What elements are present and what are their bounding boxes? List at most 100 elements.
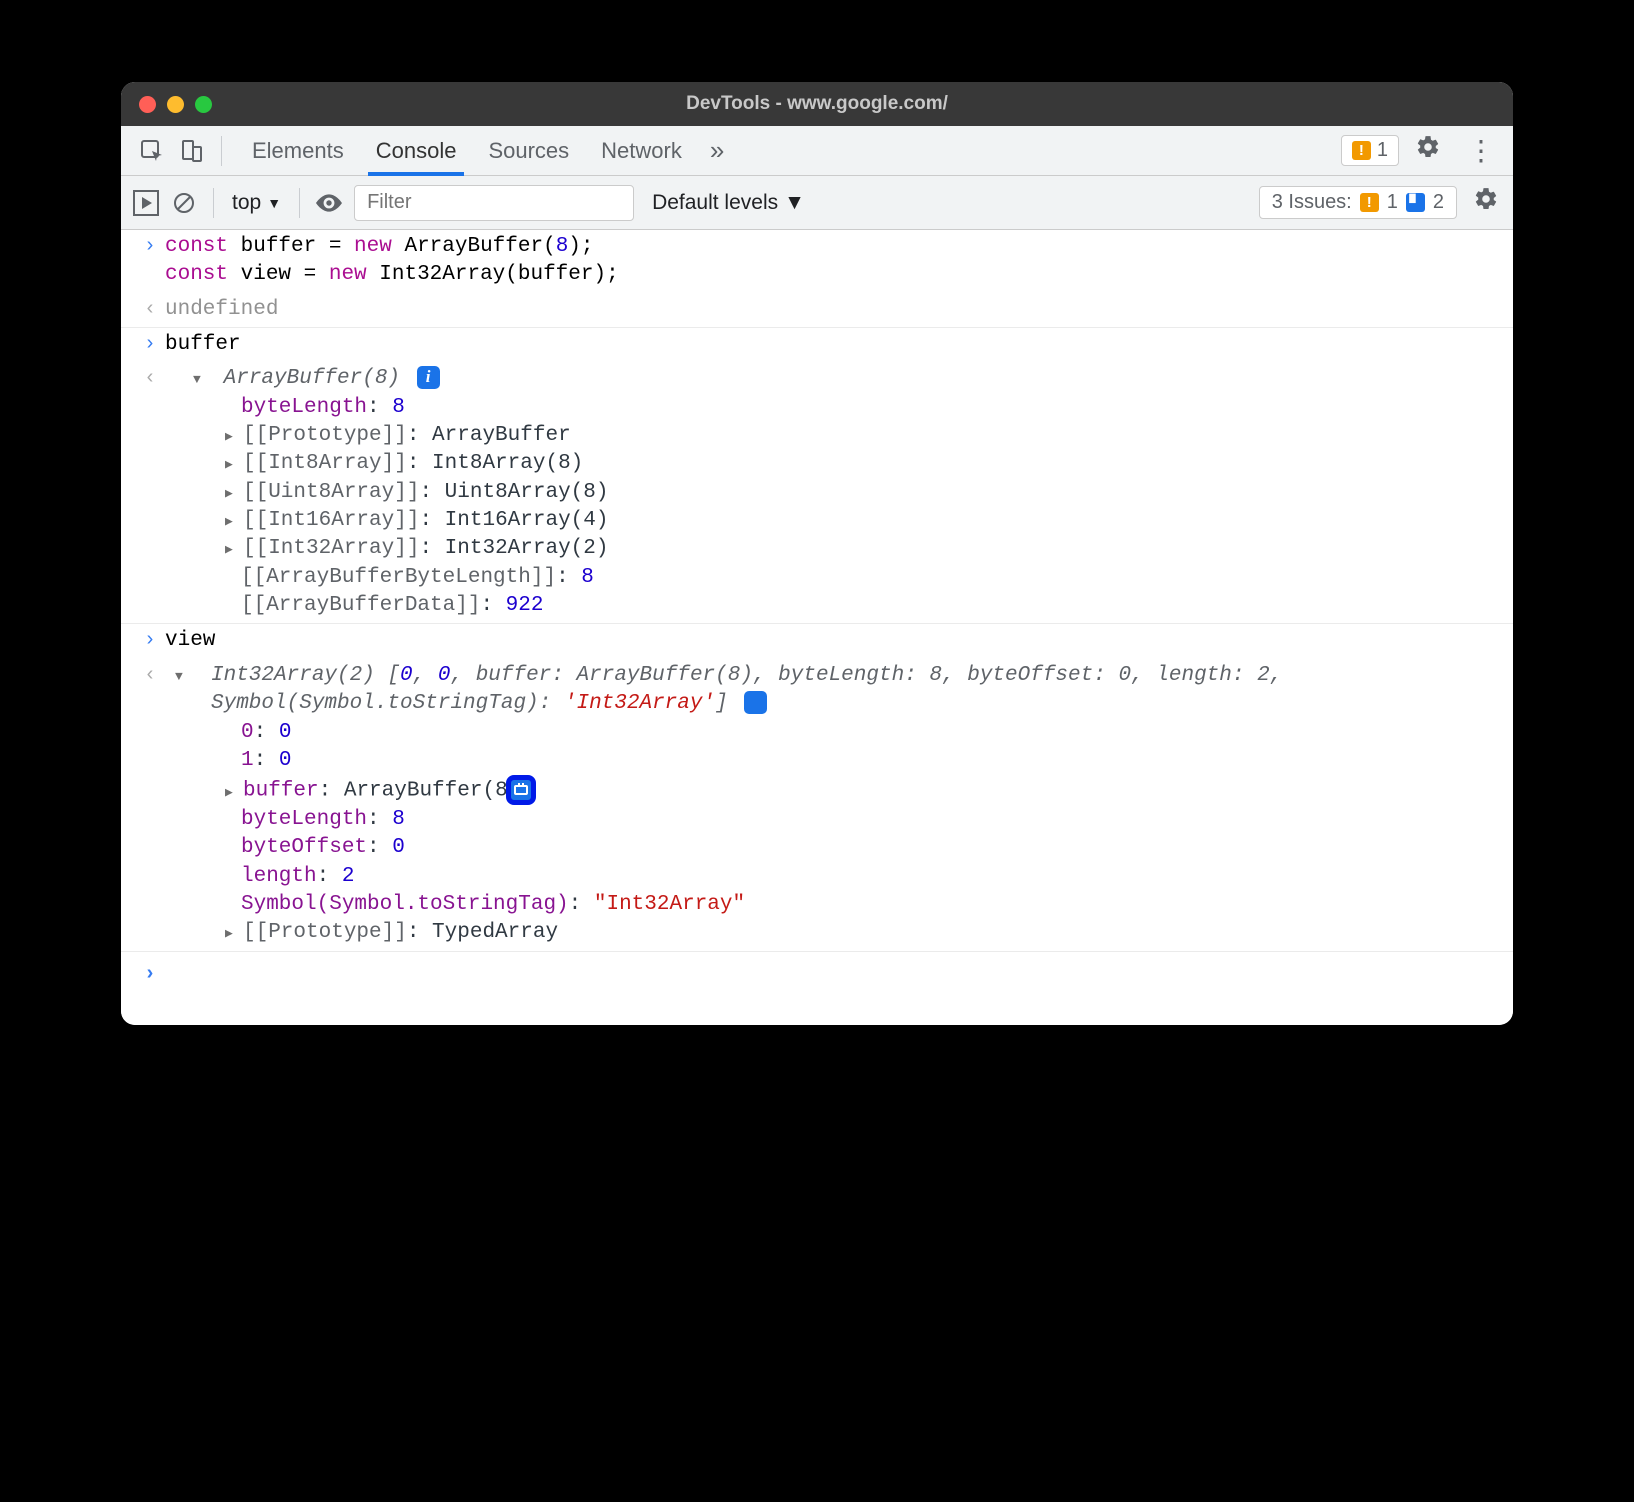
code-token: ); bbox=[568, 235, 593, 258]
prop-key: 0 bbox=[241, 721, 254, 744]
tabs: Elements Console Sources Network » bbox=[236, 126, 736, 176]
console-prompt[interactable]: › bbox=[121, 952, 1513, 1025]
prop-key: 1 bbox=[241, 749, 254, 772]
prop-key: [[Int32Array]] bbox=[243, 537, 419, 560]
prop-key: [[Prototype]] bbox=[243, 921, 407, 944]
tab-sources[interactable]: Sources bbox=[472, 126, 585, 176]
divider bbox=[221, 136, 222, 166]
info-badge-icon[interactable]: i bbox=[417, 366, 440, 389]
expand-toggle[interactable] bbox=[225, 450, 241, 478]
prop-key: buffer bbox=[243, 780, 319, 803]
inspect-element-icon[interactable] bbox=[137, 136, 167, 166]
console-body: › const buffer = new ArrayBuffer(8); con… bbox=[121, 230, 1513, 1025]
code-token: const bbox=[165, 263, 228, 286]
live-expression-icon[interactable] bbox=[314, 188, 344, 218]
prop-key: [[Int8Array]] bbox=[243, 452, 407, 475]
context-label: top bbox=[232, 191, 261, 215]
settings-gear-icon[interactable] bbox=[1409, 134, 1447, 167]
console-input-row[interactable]: › const buffer = new ArrayBuffer(8); con… bbox=[121, 230, 1513, 293]
expand-toggle[interactable] bbox=[193, 662, 209, 690]
issues-info-count: 2 bbox=[1433, 191, 1444, 214]
expand-toggle[interactable] bbox=[225, 535, 241, 563]
close-window-button[interactable] bbox=[139, 96, 156, 113]
expand-toggle[interactable] bbox=[225, 919, 241, 947]
input-chevron-icon: › bbox=[135, 626, 165, 651]
prop-value: 922 bbox=[506, 594, 544, 617]
console-settings-gear-icon[interactable] bbox=[1467, 186, 1505, 219]
code-token: Int32Array(buffer); bbox=[367, 263, 619, 286]
console-input-row[interactable]: › view bbox=[121, 624, 1513, 658]
prop-value: TypedArray bbox=[432, 921, 558, 944]
prop-value: ArrayBuffer(8 bbox=[344, 780, 508, 803]
window-title: DevTools - www.google.com/ bbox=[121, 93, 1513, 115]
tab-network[interactable]: Network bbox=[585, 126, 698, 176]
output-chevron-icon: ‹ bbox=[135, 661, 165, 686]
more-options-icon[interactable]: ⋮ bbox=[1457, 134, 1505, 167]
issues-warn-count: 1 bbox=[1387, 191, 1398, 214]
devtools-window: DevTools - www.google.com/ Elements Cons… bbox=[121, 82, 1513, 1025]
prop-key: [[Int16Array]] bbox=[243, 509, 419, 532]
issues-badge[interactable]: ! 1 bbox=[1341, 135, 1399, 166]
levels-label: Default levels bbox=[652, 191, 778, 215]
prop-key: [[Prototype]] bbox=[243, 424, 407, 447]
expand-toggle[interactable] bbox=[193, 365, 209, 393]
expand-toggle[interactable] bbox=[225, 422, 241, 450]
console-toolbar: top ▼ Default levels ▼ 3 Issues: ! 1 ▘ 2 bbox=[121, 176, 1513, 230]
prop-key: byteLength bbox=[241, 396, 367, 419]
code-token: new bbox=[354, 235, 392, 258]
prop-value: ArrayBuffer bbox=[432, 424, 571, 447]
prop-value: 8 bbox=[392, 808, 405, 831]
prop-key: byteOffset bbox=[241, 836, 367, 859]
chevron-down-icon: ▼ bbox=[784, 191, 805, 215]
minimize-window-button[interactable] bbox=[167, 96, 184, 113]
prop-value: "Int32Array" bbox=[594, 893, 745, 916]
divider bbox=[299, 188, 300, 218]
console-output-row: ‹ ArrayBuffer(8) i byteLength: 8 [[Proto… bbox=[121, 362, 1513, 624]
warn-count: 1 bbox=[1377, 139, 1388, 162]
clear-console-icon[interactable] bbox=[169, 188, 199, 218]
object-summary[interactable]: Int32Array(2) bbox=[211, 664, 387, 687]
prop-value: 2 bbox=[342, 865, 355, 888]
issues-counter[interactable]: 3 Issues: ! 1 ▘ 2 bbox=[1259, 186, 1457, 219]
prop-value: 0 bbox=[279, 721, 292, 744]
issues-label: 3 Issues: bbox=[1272, 191, 1352, 214]
code-token: view bbox=[165, 629, 215, 652]
expand-toggle[interactable] bbox=[225, 479, 241, 507]
prop-key: [[ArrayBufferByteLength]] bbox=[241, 566, 556, 589]
prop-value: 0 bbox=[392, 836, 405, 859]
object-summary[interactable]: ArrayBuffer(8) bbox=[224, 367, 400, 390]
more-tabs-button[interactable]: » bbox=[698, 126, 736, 176]
traffic-lights bbox=[139, 96, 212, 113]
context-selector[interactable]: top ▼ bbox=[228, 189, 285, 217]
toggle-console-drawer-icon[interactable] bbox=[133, 190, 159, 216]
memory-inspector-icon[interactable] bbox=[506, 775, 536, 805]
filter-input[interactable] bbox=[354, 185, 634, 221]
code-token: const bbox=[165, 235, 228, 258]
input-chevron-icon: › bbox=[135, 330, 165, 355]
output-chevron-icon: ‹ bbox=[135, 364, 165, 389]
prop-key: Symbol(Symbol.toStringTag) bbox=[241, 893, 569, 916]
tab-console[interactable]: Console bbox=[360, 126, 473, 176]
expand-toggle[interactable] bbox=[225, 507, 241, 535]
chevron-down-icon: ▼ bbox=[267, 195, 281, 211]
expand-toggle[interactable] bbox=[225, 778, 241, 806]
log-levels-selector[interactable]: Default levels ▼ bbox=[652, 191, 805, 215]
console-input-row[interactable]: › buffer bbox=[121, 328, 1513, 362]
output-chevron-icon: ‹ bbox=[135, 295, 165, 320]
prop-key: length bbox=[241, 865, 317, 888]
prop-value: 8 bbox=[581, 566, 594, 589]
prop-key: [[ArrayBufferData]] bbox=[241, 594, 480, 617]
code-token: 8 bbox=[556, 235, 569, 258]
console-output-row: ‹ undefined bbox=[121, 293, 1513, 328]
prop-value: Int8Array(8) bbox=[432, 452, 583, 475]
console-output-row: ‹ Int32Array(2) [0, 0, buffer: ArrayBuff… bbox=[121, 659, 1513, 952]
zoom-window-button[interactable] bbox=[195, 96, 212, 113]
tab-elements[interactable]: Elements bbox=[236, 126, 360, 176]
input-chevron-icon: › bbox=[135, 960, 165, 985]
main-toolbar: Elements Console Sources Network » ! 1 ⋮ bbox=[121, 126, 1513, 176]
toggle-device-icon[interactable] bbox=[177, 136, 207, 166]
divider bbox=[213, 188, 214, 218]
prop-value: Int32Array(2) bbox=[445, 537, 609, 560]
info-badge-icon[interactable]: i bbox=[744, 691, 767, 714]
info-icon: ▘ bbox=[1406, 193, 1425, 212]
